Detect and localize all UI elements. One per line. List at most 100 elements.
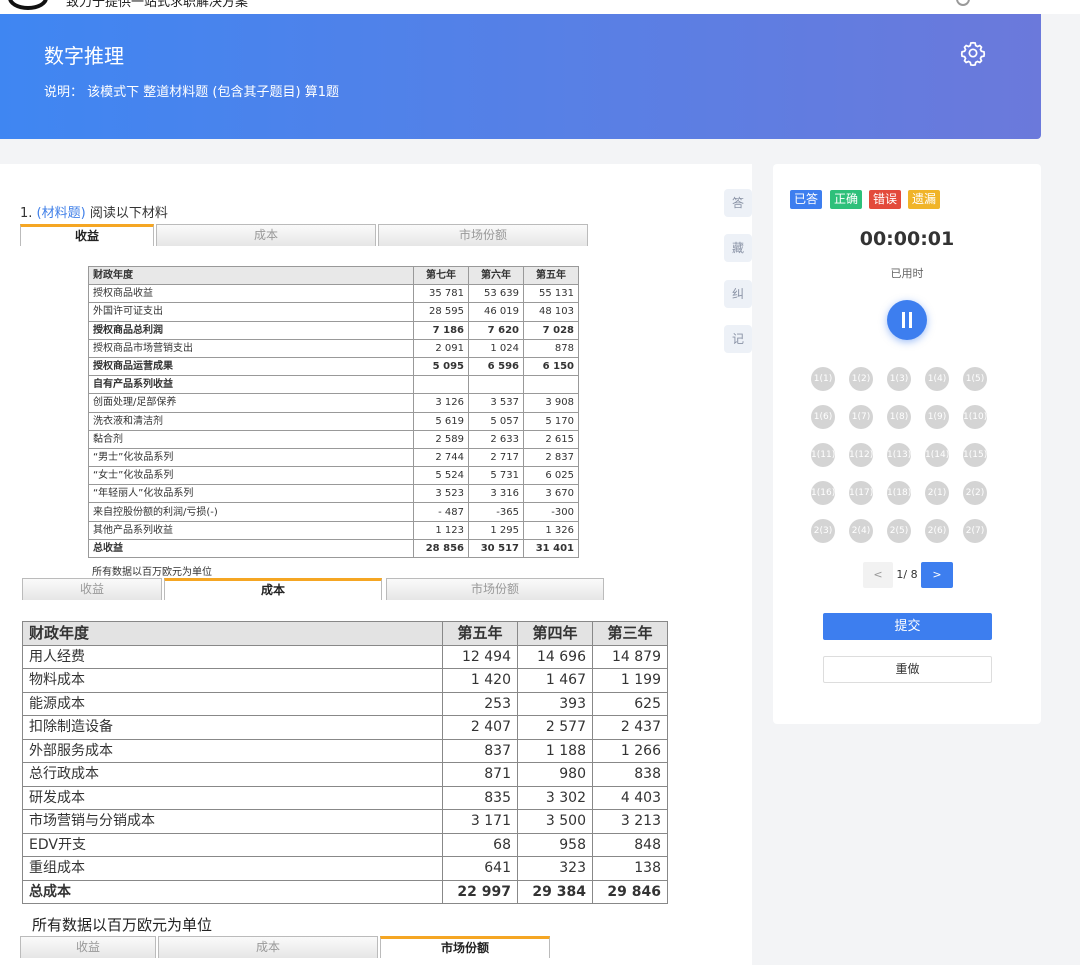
question-number-button[interactable]: 2(5) [887, 519, 911, 543]
row-label: “男士”化妆品系列 [88, 447, 414, 468]
row-label: 外部服务成本 [22, 738, 443, 763]
revenue-table: 财政年度 第七年 第六年 第五年 授权商品收益 35 781 53 639 55 131 外国许… [88, 265, 579, 559]
cell-value: -365 [468, 502, 524, 522]
row-label: 总成本 [22, 879, 443, 904]
question-number-button[interactable]: 1(17) [849, 481, 873, 505]
submit-button[interactable]: 提交 [823, 613, 992, 640]
table-row: 研发成本 835 3 302 4 403 [22, 785, 668, 810]
cell-value: - 487 [413, 502, 469, 522]
tab-cost[interactable]: 成本 [164, 578, 382, 600]
prev-page-button[interactable]: < [863, 562, 893, 588]
row-label: “年轻丽人”化妆品系列 [88, 484, 414, 504]
tab-market-share[interactable]: 市场份额 [378, 224, 588, 246]
question-number-button[interactable]: 2(4) [849, 519, 873, 543]
question-number-button[interactable]: 2(3) [811, 519, 835, 543]
cell-value: 3 523 [413, 484, 469, 504]
material-tabs-1: 收益 成本 市场份额 [20, 224, 590, 246]
tab-revenue[interactable]: 收益 [22, 578, 162, 600]
cell-value: 29 846 [592, 879, 668, 904]
table-row: 总成本 22 997 29 384 29 846 [22, 879, 668, 904]
cell-value: 835 [442, 785, 518, 810]
tab-market-share[interactable]: 市场份额 [386, 578, 604, 600]
top-strip: 致力于提供一站式求职解决方案 [0, 0, 1080, 14]
question-type-tag: (材料题) [36, 206, 86, 221]
question-number-button[interactable]: 2(1) [925, 481, 949, 505]
question-number-button[interactable]: 1(9) [925, 405, 949, 429]
table-header-cell: 第五年 [442, 621, 518, 646]
user-icon[interactable] [956, 0, 970, 6]
tab-revenue[interactable]: 收益 [20, 224, 154, 246]
question-number-button[interactable]: 1(2) [849, 367, 873, 391]
question-number-button[interactable]: 1(16) [811, 481, 835, 505]
pause-icon[interactable] [887, 300, 927, 340]
cell-value: 5 095 [413, 356, 469, 377]
cell-value: 2 407 [442, 715, 518, 740]
question-number-button[interactable]: 2(6) [925, 519, 949, 543]
tab-market-share[interactable]: 市场份额 [380, 936, 550, 958]
cell-value: 848 [592, 832, 668, 857]
question-number-button[interactable]: 1(15) [963, 443, 987, 467]
table-row: 自有产品系列收益 [88, 375, 579, 395]
cell-value: 48 103 [523, 302, 579, 322]
question-number-button[interactable]: 2(7) [963, 519, 987, 543]
question-content: 1. (材料题) 阅读以下材料 收益 成本 市场份额 财政年度 第七年 第六年 第五年… [0, 164, 752, 965]
note-button[interactable]: 记 [724, 325, 752, 353]
cell-value: 7 028 [523, 320, 579, 340]
cell-value: 7 186 [413, 320, 469, 340]
cost-table-note: 所有数据以百万欧元为单位 [32, 916, 213, 934]
question-number-button[interactable]: 1(13) [887, 443, 911, 467]
cell-value: 31 401 [523, 538, 579, 559]
question-number-button[interactable]: 1(5) [963, 367, 987, 391]
legend-correct: 正确 [830, 190, 863, 209]
table-row: 来自控股份额的利润/亏损(-) - 487 -365 -300 [88, 502, 579, 522]
cell-value: 1 266 [592, 738, 668, 763]
question-number-button[interactable]: 1(7) [849, 405, 873, 429]
row-label: 洗衣液和清洁剂 [88, 411, 414, 431]
row-label: 用人经费 [22, 644, 443, 669]
answer-sheet-panel: 已答 正确 错误 遗漏 00:00:01 已用时 1(1) 1(2) 1(3) 1(4… [773, 164, 1041, 724]
tab-revenue[interactable]: 收益 [20, 936, 156, 958]
table-row: “男士”化妆品系列 2 744 2 717 2 837 [88, 447, 579, 468]
cell-value: 28 856 [413, 538, 469, 559]
legend-missed: 遗漏 [908, 190, 941, 209]
cell-value: 6 150 [523, 356, 579, 377]
redo-button[interactable]: 重做 [823, 656, 992, 683]
question-number-button[interactable]: 1(12) [849, 443, 873, 467]
row-label: 其他产品系列收益 [88, 520, 414, 540]
answer-button[interactable]: 答 [724, 189, 752, 217]
cell-value: 1 188 [517, 738, 593, 763]
cell-value: 46 019 [468, 302, 524, 322]
question-number-button[interactable]: 1(3) [887, 367, 911, 391]
question-number-button[interactable]: 1(14) [925, 443, 949, 467]
row-label: 市场营销与分销成本 [22, 809, 443, 834]
cell-value: 958 [517, 832, 593, 857]
question-number-button[interactable]: 1(1) [811, 367, 835, 391]
tab-cost[interactable]: 成本 [156, 224, 376, 246]
table-row: 授权商品总利润 7 186 7 620 7 028 [88, 320, 579, 340]
next-page-button[interactable]: > [921, 562, 953, 588]
revenue-table-note: 所有数据以百万欧元为单位 [92, 567, 212, 578]
question-number-button[interactable]: 2(2) [963, 481, 987, 505]
cell-value: 1 199 [592, 668, 668, 693]
question-number-button[interactable]: 1(18) [887, 481, 911, 505]
cell-value: -300 [523, 502, 579, 522]
question-prompt: 阅读以下材料 [89, 206, 168, 221]
question-number-button[interactable]: 1(4) [925, 367, 949, 391]
row-label: 物料成本 [22, 668, 443, 693]
question-number-button[interactable]: 1(8) [887, 405, 911, 429]
cell-value: 253 [442, 691, 518, 716]
tab-cost[interactable]: 成本 [158, 936, 378, 958]
row-label: 授权商品运营成果 [88, 356, 414, 377]
question-number-button[interactable]: 1(6) [811, 405, 835, 429]
cell-value: 1 295 [468, 520, 524, 540]
collect-button[interactable]: 藏 [724, 234, 752, 262]
cell-value: 14 696 [517, 644, 593, 669]
question-number-button[interactable]: 1(11) [811, 443, 835, 467]
cell-value: 35 781 [413, 284, 469, 304]
cell-value: 3 908 [523, 393, 579, 413]
report-error-button[interactable]: 纠 [724, 280, 752, 308]
gear-icon[interactable] [960, 40, 986, 66]
cell-value: 838 [592, 762, 668, 787]
cell-value: 837 [442, 738, 518, 763]
question-number-button[interactable]: 1(10) [963, 405, 987, 429]
